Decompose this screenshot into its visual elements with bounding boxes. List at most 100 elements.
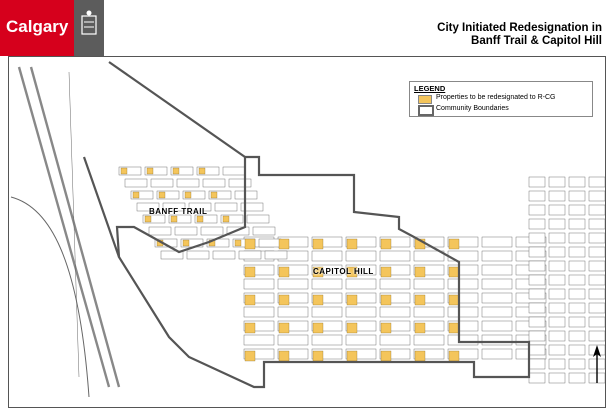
city-block <box>588 204 606 216</box>
city-block <box>311 278 343 290</box>
city-block <box>528 358 546 370</box>
city-block <box>228 178 252 188</box>
legend-item-boundaries: Community Boundaries <box>436 105 509 112</box>
city-block <box>528 330 546 342</box>
city-block <box>481 292 513 304</box>
redesignated-property <box>244 322 256 334</box>
city-block <box>447 334 479 346</box>
city-block <box>528 218 546 230</box>
city-block <box>243 306 275 318</box>
redesignated-property <box>144 215 152 223</box>
city-block <box>379 306 411 318</box>
city-block <box>548 246 566 258</box>
redesignated-property <box>210 191 218 199</box>
city-block <box>568 218 586 230</box>
city-block <box>202 178 226 188</box>
city-block <box>528 372 546 384</box>
city-block <box>481 320 513 332</box>
city-block <box>528 190 546 202</box>
city-block <box>568 302 586 314</box>
city-block <box>447 306 479 318</box>
city-block <box>528 204 546 216</box>
city-block <box>548 288 566 300</box>
city-block <box>200 226 224 236</box>
city-block <box>548 302 566 314</box>
city-block <box>413 306 445 318</box>
city-block <box>413 250 445 262</box>
redesignated-property <box>414 266 426 278</box>
city-block <box>568 260 586 272</box>
city-block <box>311 334 343 346</box>
city-block <box>588 232 606 244</box>
city-block <box>568 288 586 300</box>
redesignated-property <box>448 294 460 306</box>
city-block <box>588 316 606 328</box>
city-block <box>413 334 445 346</box>
city-block <box>528 274 546 286</box>
redesignated-property <box>278 266 290 278</box>
banff-trail-label: BANFF TRAIL <box>149 207 208 216</box>
redesignated-property <box>312 350 324 362</box>
city-block <box>528 302 546 314</box>
city-block <box>379 334 411 346</box>
boundary-swatch <box>418 105 434 116</box>
redesignated-property <box>244 350 256 362</box>
city-block <box>243 278 275 290</box>
redesignated-property <box>312 294 324 306</box>
title-line-1: City Initiated Redesignation in <box>437 22 602 34</box>
city-block <box>379 278 411 290</box>
redesignated-property <box>414 350 426 362</box>
city-block <box>548 232 566 244</box>
city-block <box>548 316 566 328</box>
redesignated-property <box>448 238 460 250</box>
city-block <box>258 238 282 248</box>
city-block <box>548 218 566 230</box>
legend: LEGEND Properties to be redesignated to … <box>409 81 593 117</box>
city-block <box>345 334 377 346</box>
city-block <box>124 178 148 188</box>
city-block <box>568 176 586 188</box>
city-block <box>174 226 198 236</box>
city-block <box>588 176 606 188</box>
city-block <box>588 246 606 258</box>
redesignated-property <box>198 167 206 175</box>
city-block <box>413 278 445 290</box>
map-title: City Initiated Redesignation in Banff Tr… <box>342 22 602 48</box>
city-block <box>481 264 513 276</box>
city-block <box>481 278 513 290</box>
redesignated-property <box>222 215 230 223</box>
city-block <box>379 250 411 262</box>
redesignated-property <box>380 238 392 250</box>
city-block <box>528 344 546 356</box>
city-logo: Calgary <box>0 0 74 56</box>
redesignated-property <box>414 294 426 306</box>
city-block <box>568 316 586 328</box>
city-block <box>150 178 174 188</box>
city-block <box>588 302 606 314</box>
city-block <box>568 190 586 202</box>
redesignated-property <box>278 238 290 250</box>
redesignated-property <box>346 350 358 362</box>
capitol-hill-label: CAPITOL HILL <box>313 267 374 276</box>
city-block <box>548 344 566 356</box>
city-block <box>311 306 343 318</box>
redesignated-property <box>346 294 358 306</box>
city-block <box>548 260 566 272</box>
city-block <box>548 204 566 216</box>
legend-item-properties: Properties to be redesignated to R-CG <box>436 94 556 101</box>
title-line-2: Banff Trail & Capitol Hill <box>471 35 602 47</box>
city-block <box>548 330 566 342</box>
city-block <box>252 226 276 236</box>
redesignated-property <box>244 266 256 278</box>
city-block <box>176 178 200 188</box>
city-block <box>588 288 606 300</box>
city-block <box>447 278 479 290</box>
city-block <box>277 278 309 290</box>
city-block <box>588 330 606 342</box>
city-block <box>548 372 566 384</box>
redesignated-property <box>380 322 392 334</box>
redesignated-property <box>380 350 392 362</box>
city-block <box>214 202 238 212</box>
redesignated-property <box>380 294 392 306</box>
header: Calgary City Initiated Redesignation in … <box>0 0 610 56</box>
